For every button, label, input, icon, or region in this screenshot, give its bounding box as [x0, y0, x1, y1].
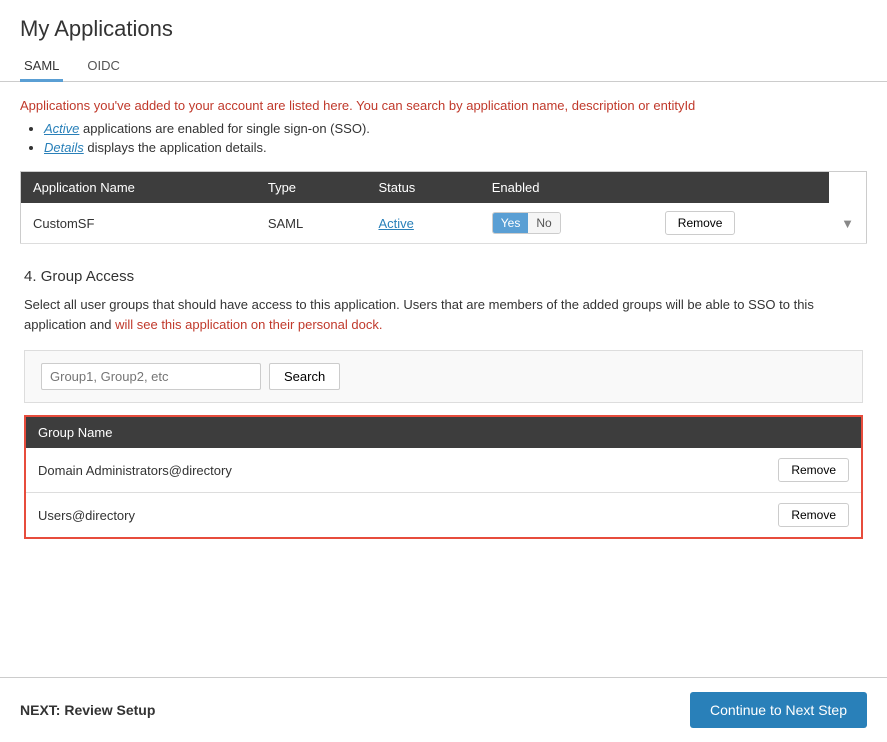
group-table-header-row: Group Name — [26, 417, 861, 448]
page-header: My Applications SAML OIDC — [0, 0, 887, 82]
info-bullet-1: Active applications are enabled for sing… — [44, 121, 867, 136]
group-row-1: Domain Administrators@directory Remove — [26, 448, 861, 493]
next-label: NEXT: Review Setup — [20, 702, 155, 718]
toggle-yes[interactable]: Yes — [493, 213, 529, 233]
continue-button[interactable]: Continue to Next Step — [690, 692, 867, 728]
group-search-box: Search — [24, 350, 863, 403]
page-title: My Applications — [20, 16, 867, 42]
page-footer: NEXT: Review Setup Continue to Next Step — [0, 677, 887, 742]
app-remove-button[interactable]: Remove — [665, 211, 736, 235]
group-name-cell-2: Users@directory — [26, 493, 766, 538]
col-type: Type — [256, 172, 367, 204]
app-name-cell: CustomSF — [21, 203, 256, 244]
app-status-cell: Active — [366, 203, 479, 244]
info-list: Active applications are enabled for sing… — [44, 121, 867, 155]
app-type-cell: SAML — [256, 203, 367, 244]
app-remove-cell: Remove — [653, 203, 829, 244]
group-table: Group Name Domain Administrators@directo… — [26, 417, 861, 537]
col-actions — [653, 172, 829, 204]
group-row-2: Users@directory Remove — [26, 493, 861, 538]
group-search-button[interactable]: Search — [269, 363, 340, 390]
group-access-description: Select all user groups that should have … — [24, 295, 863, 334]
tab-oidc[interactable]: OIDC — [83, 52, 124, 82]
chevron-down-icon: ▼ — [841, 216, 854, 231]
info-bullet-2-rest: displays the application details. — [84, 140, 267, 155]
group-remove-col-2: Remove — [766, 493, 861, 538]
section-number: 4. — [24, 268, 37, 285]
details-link[interactable]: Details — [44, 140, 84, 155]
app-enabled-cell: Yes No — [480, 203, 653, 244]
toggle-no[interactable]: No — [528, 213, 559, 233]
description-highlight: will see this application on their perso… — [115, 317, 382, 332]
section-title-text: Group Access — [41, 268, 134, 285]
applications-table: Application Name Type Status Enabled Cus… — [20, 171, 867, 244]
app-table-header-row: Application Name Type Status Enabled — [21, 172, 867, 204]
col-enabled: Enabled — [480, 172, 653, 204]
app-status-active-link[interactable]: Active — [378, 216, 413, 231]
group-table-wrapper: Group Name Domain Administrators@directo… — [24, 415, 863, 539]
col-group-remove — [766, 417, 861, 448]
col-status: Status — [366, 172, 479, 204]
group-remove-button-2[interactable]: Remove — [778, 503, 849, 527]
group-name-cell-1: Domain Administrators@directory — [26, 448, 766, 493]
group-access-section: 4. Group Access Select all user groups t… — [20, 268, 867, 539]
content-area: Applications you've added to your accoun… — [0, 82, 887, 677]
tab-bar: SAML OIDC — [20, 52, 867, 81]
group-remove-col-1: Remove — [766, 448, 861, 493]
tab-saml[interactable]: SAML — [20, 52, 63, 82]
active-link[interactable]: Active — [44, 121, 79, 136]
page-wrapper: My Applications SAML OIDC Applications y… — [0, 0, 887, 742]
group-access-title: 4. Group Access — [24, 268, 863, 285]
group-search-input[interactable] — [41, 363, 261, 390]
info-bullet-2: Details displays the application details… — [44, 140, 867, 155]
group-remove-button-1[interactable]: Remove — [778, 458, 849, 482]
info-main-text: Applications you've added to your accoun… — [20, 98, 867, 113]
app-chevron-cell: ▼ — [829, 203, 866, 244]
enabled-toggle[interactable]: Yes No — [492, 212, 561, 234]
app-row: CustomSF SAML Active Yes No Remove — [21, 203, 867, 244]
col-group-name: Group Name — [26, 417, 766, 448]
info-bullet-1-rest: applications are enabled for single sign… — [79, 121, 370, 136]
col-app-name: Application Name — [21, 172, 256, 204]
